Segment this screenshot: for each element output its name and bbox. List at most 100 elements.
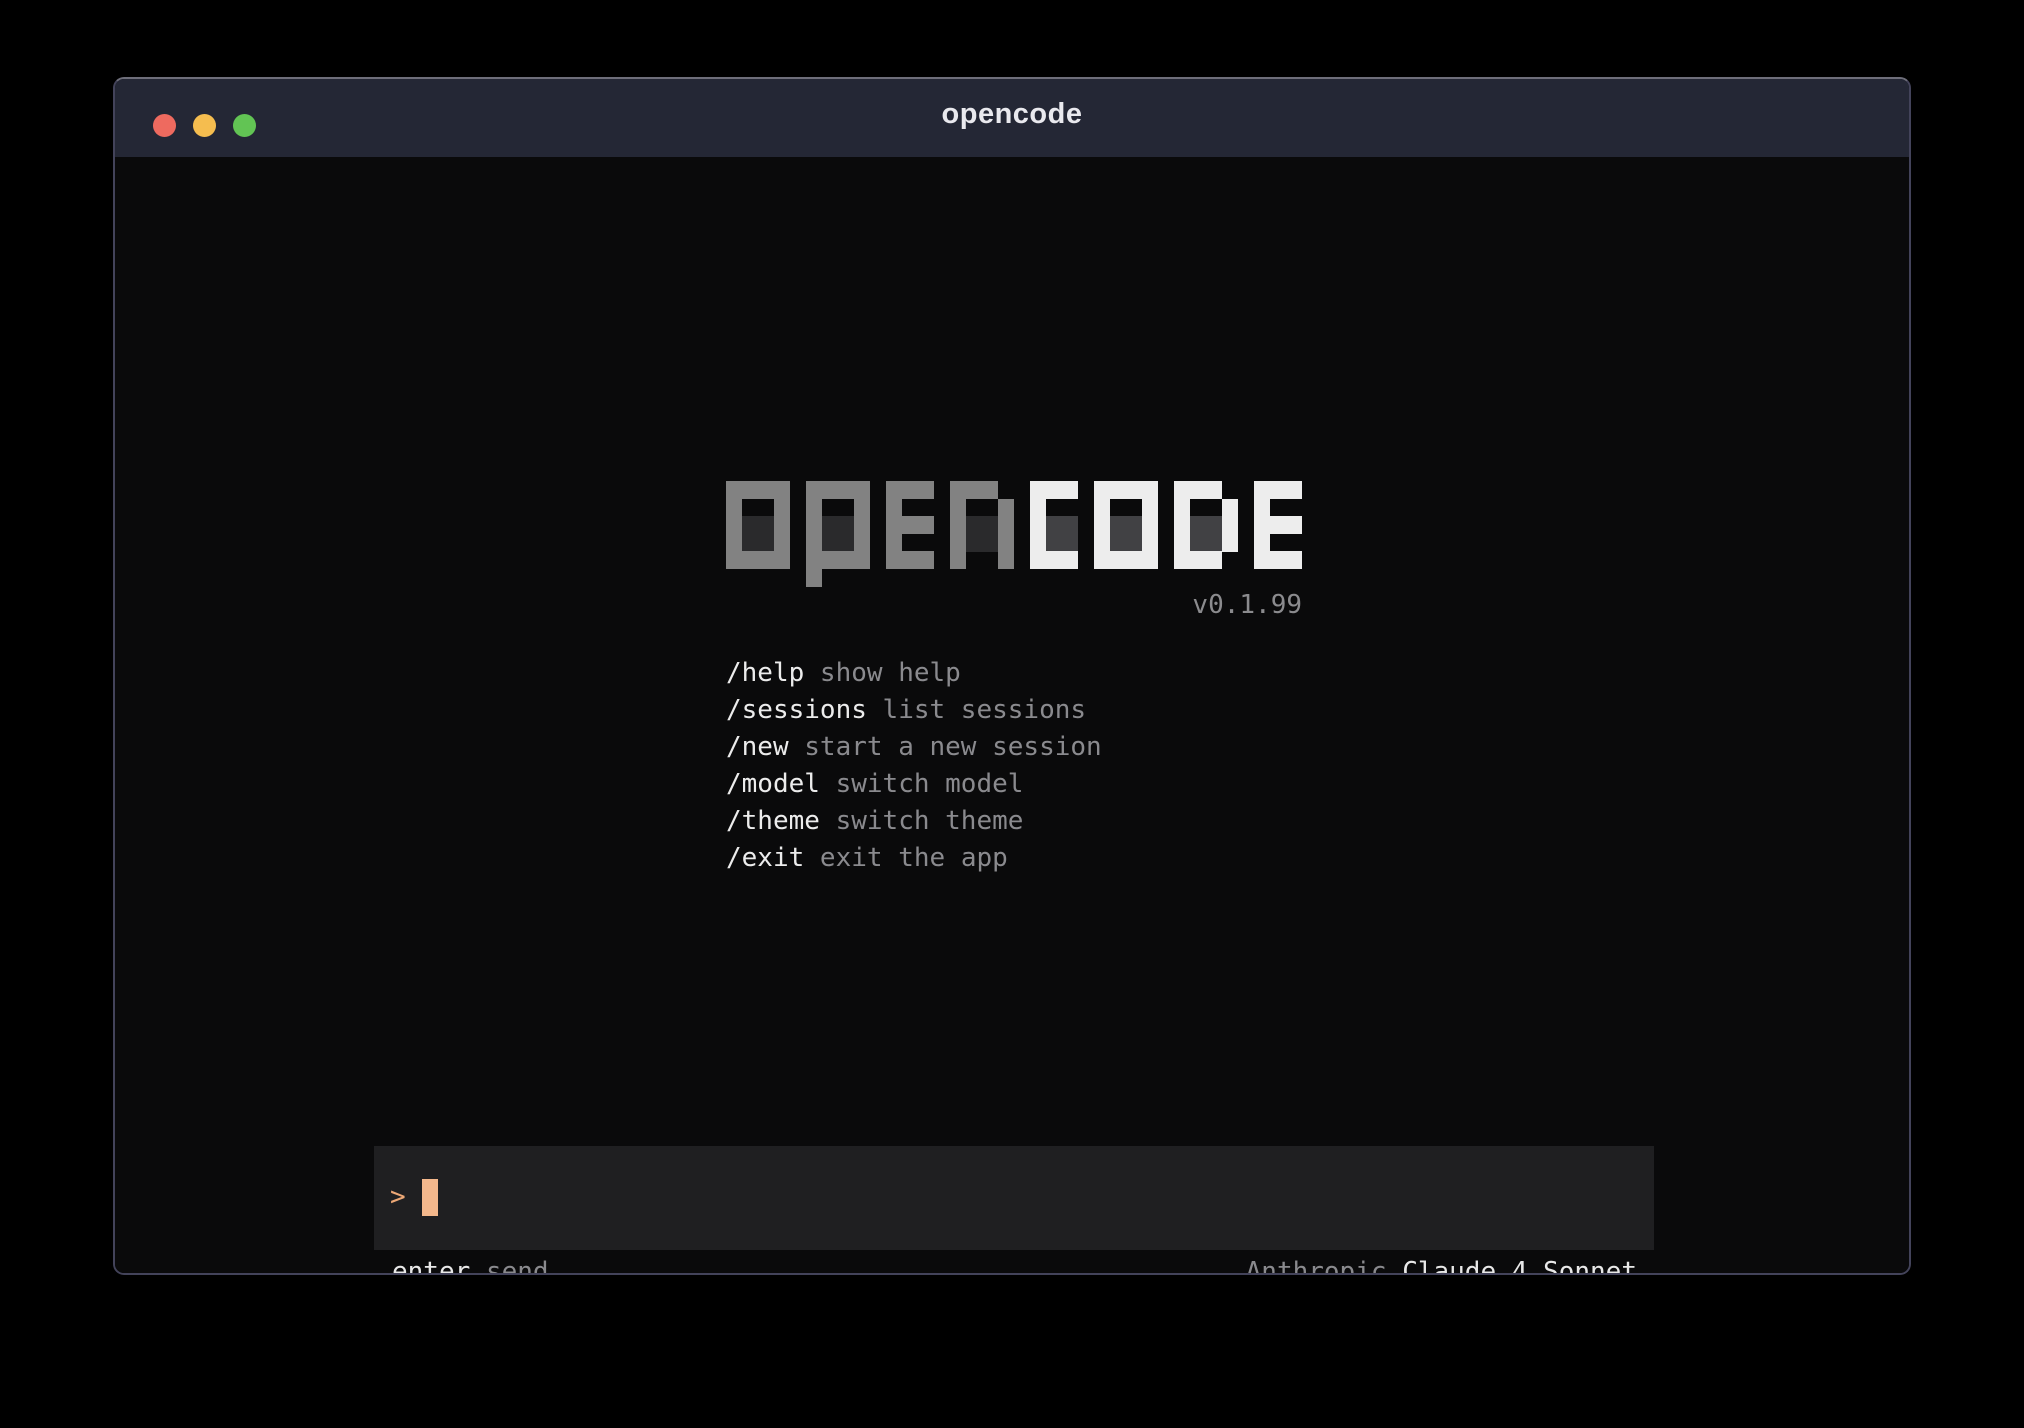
command-row: /model switch model <box>726 766 1102 803</box>
logo-pixel <box>1030 516 1046 534</box>
message-input[interactable]: > <box>374 1146 1654 1250</box>
logo-pixel <box>726 534 742 552</box>
logo-letter-n <box>950 481 1014 569</box>
logo-pixel <box>950 551 966 569</box>
logo-pixel <box>1222 499 1238 517</box>
logo-pixel <box>1142 516 1158 534</box>
logo-pixel <box>774 499 790 517</box>
logo-pixel <box>1206 551 1222 569</box>
logo-pixel <box>982 534 998 552</box>
logo-pixel <box>838 534 854 552</box>
model-label: Claude 4 Sonnet <box>1402 1257 1637 1275</box>
command-name: /exit <box>726 843 804 873</box>
logo-pixel <box>918 516 934 534</box>
logo-pixel <box>1142 534 1158 552</box>
minimize-button[interactable] <box>193 114 216 137</box>
logo-pixel <box>1126 481 1142 499</box>
input-line: > <box>390 1179 406 1216</box>
logo-pixel <box>1174 551 1190 569</box>
logo-pixel <box>1190 551 1206 569</box>
logo-pixel <box>1126 534 1142 552</box>
logo-pixel <box>822 516 838 534</box>
logo-pixel <box>1046 481 1062 499</box>
logo-pixel <box>966 516 982 534</box>
logo-pixel <box>758 534 774 552</box>
logo-pixel <box>886 534 902 552</box>
command-name: /help <box>726 658 804 688</box>
logo-pixel <box>1174 534 1190 552</box>
logo-pixel <box>774 551 790 569</box>
keybind-key: enter <box>392 1257 470 1275</box>
logo-letter-p <box>806 481 870 586</box>
text-cursor <box>422 1179 438 1216</box>
command-description: exit the app <box>804 843 1008 873</box>
zoom-button[interactable] <box>233 114 256 137</box>
logo-pixel <box>966 481 982 499</box>
logo-pixel <box>1270 551 1286 569</box>
command-description: show help <box>804 658 961 688</box>
logo-pixel <box>1142 499 1158 517</box>
close-button[interactable] <box>153 114 176 137</box>
logo-pixel <box>950 534 966 552</box>
keybind-hint: enter send <box>392 1254 549 1275</box>
logo-pixel <box>886 481 902 499</box>
logo-pixel <box>1110 481 1126 499</box>
logo-pixel <box>998 534 1014 552</box>
logo-pixel <box>1094 516 1110 534</box>
logo-letter-e <box>886 481 934 569</box>
model-indicator: Anthropic Claude 4 Sonnet <box>1246 1254 1637 1275</box>
logo-pixel <box>1174 516 1190 534</box>
version-label: v0.1.99 <box>726 587 1302 624</box>
logo-pixel <box>1094 534 1110 552</box>
title-bar[interactable]: opencode <box>115 79 1909 157</box>
logo-pixel <box>1270 516 1286 534</box>
logo-pixel <box>918 551 934 569</box>
logo-pixel <box>806 534 822 552</box>
logo-pixel <box>1094 481 1110 499</box>
command-name: /sessions <box>726 695 867 725</box>
logo-pixel <box>1094 551 1110 569</box>
logo-pixel <box>1062 551 1078 569</box>
logo-pixel <box>982 516 998 534</box>
logo-pixel <box>1046 534 1062 552</box>
logo-pixel <box>758 481 774 499</box>
logo-pixel <box>1142 481 1158 499</box>
logo-pixel <box>806 481 822 499</box>
logo-pixel <box>1254 481 1270 499</box>
logo-pixel <box>998 499 1014 517</box>
logo-pixel <box>726 499 742 517</box>
logo-pixel <box>1110 551 1126 569</box>
command-name: /model <box>726 769 820 799</box>
logo-letter-E <box>1254 481 1302 569</box>
command-description: switch theme <box>820 806 1024 836</box>
command-description: start a new session <box>789 732 1102 762</box>
logo-pixel <box>1190 481 1206 499</box>
logo-pixel <box>1046 516 1062 534</box>
logo-pixel <box>950 499 966 517</box>
command-name: /new <box>726 732 789 762</box>
logo-pixel <box>806 551 822 569</box>
logo-letter-C <box>1030 481 1078 569</box>
logo-pixel <box>774 516 790 534</box>
logo-pixel <box>806 499 822 517</box>
status-bar: enter send Anthropic Claude 4 Sonnet <box>374 1254 1654 1275</box>
command-row: /sessions list sessions <box>726 692 1102 729</box>
logo-pixel <box>1110 516 1126 534</box>
logo-pixel <box>950 481 966 499</box>
logo-pixel <box>1190 516 1206 534</box>
logo-pixel <box>1174 499 1190 517</box>
logo-pixel <box>1030 534 1046 552</box>
logo-pixel <box>838 516 854 534</box>
logo-pixel <box>742 534 758 552</box>
logo-pixel <box>1254 534 1270 552</box>
logo-pixel <box>854 551 870 569</box>
logo-pixel <box>1142 551 1158 569</box>
logo-pixel <box>918 481 934 499</box>
prompt-icon: > <box>390 1182 406 1212</box>
logo-pixel <box>822 481 838 499</box>
command-row: /help show help <box>726 655 1102 692</box>
logo-pixel <box>742 516 758 534</box>
logo-pixel <box>1222 516 1238 534</box>
logo-pixel <box>886 516 902 534</box>
logo-pixel <box>1286 551 1302 569</box>
